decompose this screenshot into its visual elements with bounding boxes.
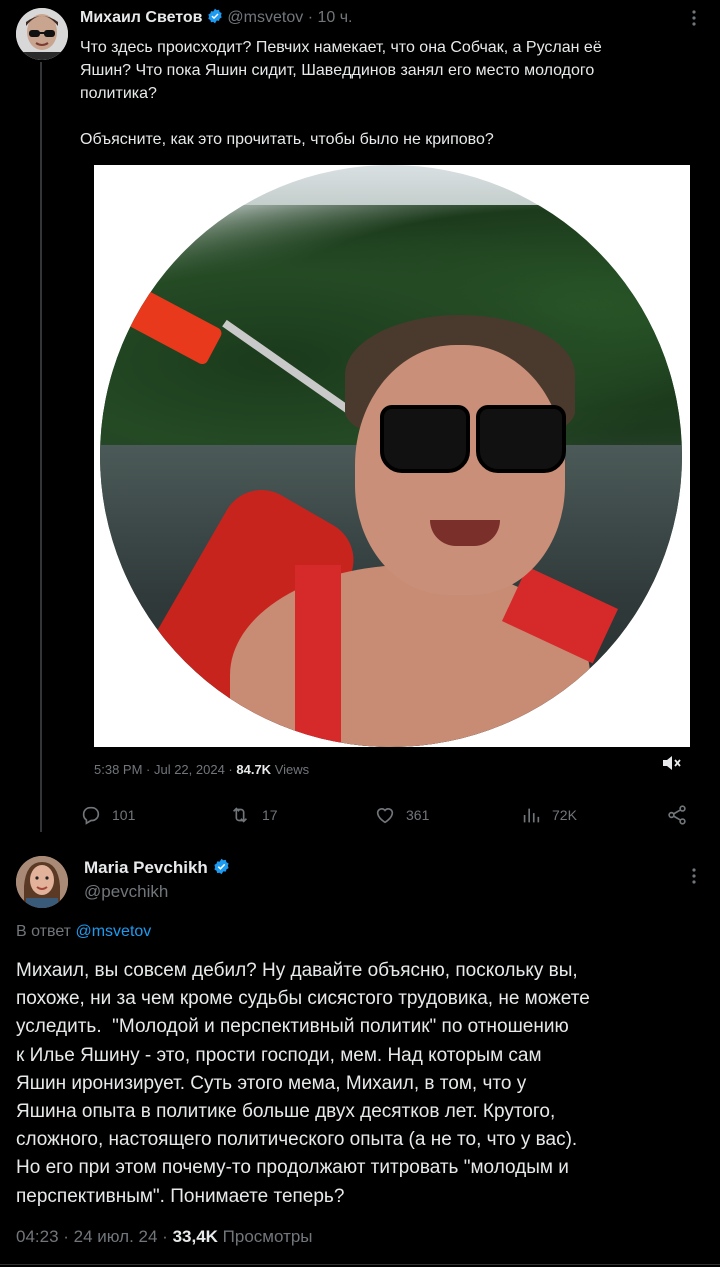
- verified-badge-icon: [207, 8, 223, 29]
- video-circle-frame: [100, 165, 682, 747]
- post2-header: Maria Pevchikh: [84, 858, 230, 880]
- views-label: Просмотры: [222, 1227, 313, 1246]
- embedded-time: 5:38 PM · Jul 22, 2024 ·: [94, 762, 233, 777]
- views-count: 33,4K: [172, 1227, 218, 1246]
- reply-icon: [82, 806, 100, 825]
- verified-badge-icon: [213, 858, 230, 880]
- post1-header: Михаил Светов @msvetov · 10 ч.: [80, 8, 352, 29]
- views-button[interactable]: 72K: [520, 800, 577, 830]
- like-count: 361: [406, 807, 430, 823]
- like-icon: [376, 808, 394, 824]
- reply-prefix: В ответ: [16, 923, 72, 940]
- repost-button[interactable]: 17: [228, 800, 278, 830]
- repost-count: 17: [262, 807, 278, 823]
- post-time[interactable]: 04:23 · 24 июл. 24 ·: [16, 1227, 168, 1246]
- reply-button[interactable]: 101: [80, 800, 135, 830]
- share-icon: [668, 805, 686, 825]
- post1-action-bar: 101 17 361 72K: [80, 800, 692, 830]
- reply-context: В ответ @msvetov: [16, 923, 151, 941]
- author-handle[interactable]: @pevchikh: [84, 882, 168, 902]
- post1-text-line: Яшин? Что пока Яшин сидит, Шaвeддинов за…: [80, 62, 595, 79]
- video-media[interactable]: [94, 165, 690, 747]
- thread-connector-line: [40, 62, 42, 832]
- embedded-views-label: Views: [274, 762, 310, 777]
- post1-text-line: Что здесь происходит? Певчих намекает, ч…: [80, 39, 602, 56]
- post1-text: Что здесь происходит? Певчих намекает, ч…: [80, 36, 690, 151]
- post-time[interactable]: · 10 ч.: [308, 9, 353, 26]
- avatar[interactable]: [16, 8, 68, 60]
- like-button[interactable]: 361: [374, 800, 429, 830]
- post2-text: Михаил, вы совсем дебил? Ну давайте объя…: [16, 960, 590, 1207]
- share-button[interactable]: [666, 800, 698, 830]
- views-icon: [523, 808, 540, 823]
- embedded-views-count: 84.7K: [236, 762, 272, 777]
- views-count: 72K: [552, 807, 577, 823]
- post1-text-line: Объясните, как это прочитать, чтобы было…: [80, 131, 494, 148]
- post1-text-line: политика?: [80, 85, 157, 102]
- post2-meta: 04:23 · 24 июл. 24 · 33,4K Просмотры: [16, 1227, 313, 1247]
- mute-icon[interactable]: [660, 752, 682, 774]
- avatar[interactable]: [16, 856, 68, 908]
- post1-text-line: [80, 105, 690, 128]
- bottom-divider: [0, 1264, 720, 1265]
- author-handle[interactable]: @msvetov: [227, 9, 303, 26]
- more-icon[interactable]: [684, 866, 704, 886]
- more-icon[interactable]: [684, 8, 704, 28]
- reply-handle-link[interactable]: @msvetov: [75, 923, 151, 940]
- embedded-tweet-meta: 5:38 PM · Jul 22, 2024 · 84.7K Views: [94, 762, 309, 777]
- author-name[interactable]: Maria Pevchikh: [84, 858, 208, 877]
- author-name[interactable]: Михаил Светов: [80, 9, 203, 26]
- reply-count: 101: [112, 807, 136, 823]
- repost-icon: [232, 807, 248, 823]
